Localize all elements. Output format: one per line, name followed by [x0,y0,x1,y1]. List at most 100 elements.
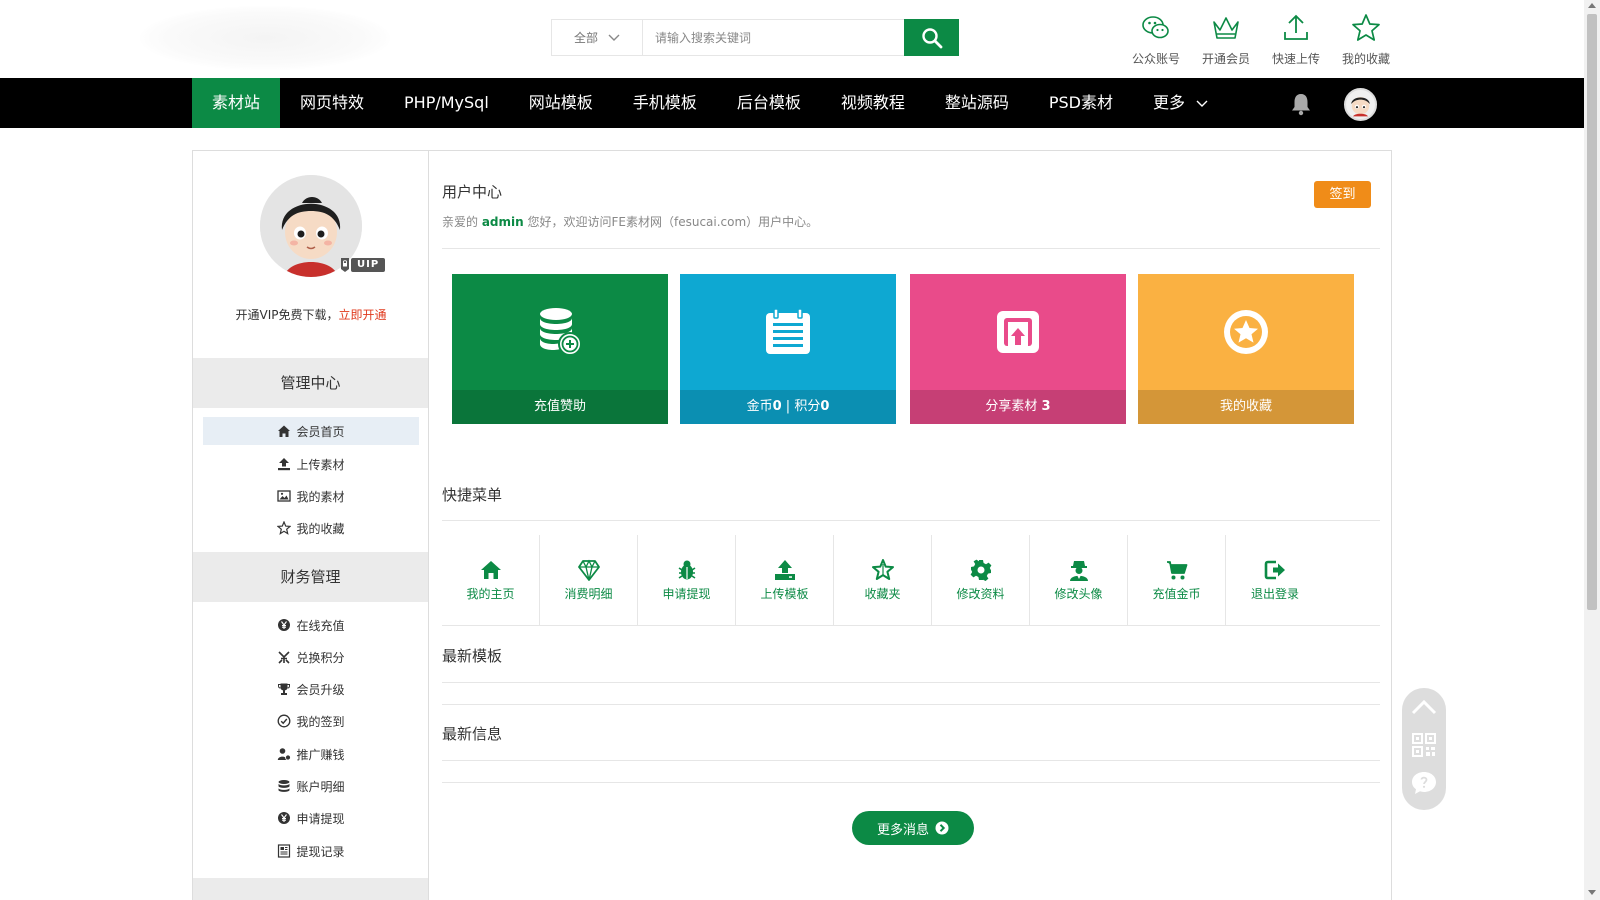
search-input[interactable] [643,20,904,55]
chevron-up-icon [1411,699,1437,715]
welcome-prefix: 亲爱的 [442,215,482,229]
star-circle-icon [1224,310,1268,354]
search-category-select[interactable]: 全部 [552,20,643,55]
scrollbar-thumb[interactable] [1587,14,1597,610]
sidebar-item-recharge[interactable]: 在线充值 [203,611,419,639]
tool-label: 我的收藏 [1341,52,1390,66]
tool-wechat[interactable]: 公众账号 [1121,12,1191,67]
card-icon-area [910,274,1126,390]
section-finance-header: 财务管理 [193,552,428,602]
scroll-down-arrow[interactable] [1588,890,1596,895]
quick-menu-edit-profile[interactable]: 修改资料 [932,535,1030,625]
lock-tag-icon [341,258,349,272]
bug-icon [678,560,695,579]
tool-upload[interactable]: 快速上传 [1261,12,1331,67]
section-next-header [193,878,428,900]
signin-button[interactable]: 签到 [1314,181,1371,208]
header-tools: 公众账号 开通会员 快速上传 我的收藏 [1121,12,1401,67]
quick-menu-label: 退出登录 [1250,586,1299,601]
upload-icon [1284,14,1308,40]
search-icon [921,27,942,48]
sidebar-item-label: 提现记录 [296,844,345,859]
sidebar-item-upload[interactable]: 上传素材 [203,450,419,478]
sidebar-item-member-home[interactable]: 会员首页 [203,417,419,445]
nav-item-source[interactable]: 整站源码 [925,78,1029,128]
vip-badge: UIP [339,255,387,275]
tool-label: 公众账号 [1131,52,1180,66]
scroll-up-arrow[interactable] [1588,3,1596,8]
quick-menu-logout[interactable]: 退出登录 [1226,535,1324,625]
gear-icon [970,559,991,581]
username[interactable]: admin [482,215,524,229]
check-circle-icon [278,714,291,728]
more-messages-button[interactable]: 更多消息 [852,811,974,845]
nav-item-php[interactable]: PHP/MySql [384,78,509,128]
newspaper-icon [278,844,291,858]
user-secret-icon [1069,560,1088,581]
sidebar-item-label: 推广赚钱 [296,747,345,762]
search-bar: 全部 [551,19,959,56]
sidebar: UIP 开通VIP免费下载，立即开通 管理中心 会员首页 上传素材 我的素材 我… [193,151,429,900]
exchange-icon [278,651,291,664]
quick-menu-label: 申请提现 [662,586,711,601]
bell-icon[interactable] [1290,92,1312,116]
sidebar-item-account-detail[interactable]: 账户明细 [203,772,419,800]
sidebar-item-upgrade[interactable]: 会员升级 [203,675,419,703]
tool-favorites[interactable]: 我的收藏 [1331,12,1401,67]
star-icon [277,521,292,535]
quick-menu-home[interactable]: 我的主页 [442,535,540,625]
tool-vip[interactable]: 开通会员 [1191,12,1261,67]
coins-icon [540,308,582,356]
nav-item-psd[interactable]: PSD素材 [1029,78,1133,128]
user-avatar[interactable] [1344,88,1377,121]
quick-menu-edit-avatar[interactable]: 修改头像 [1030,535,1128,625]
trophy-icon [278,683,291,695]
upload-icon [278,458,291,471]
sidebar-item-exchange[interactable]: 兑换积分 [203,643,419,671]
sidebar-item-referral[interactable]: 推广赚钱 [203,740,419,768]
nav-more-label: 更多 [1153,93,1186,112]
card-coins[interactable]: 金币0 | 积分0 [680,274,896,424]
vip-open-link[interactable]: 立即开通 [338,308,386,322]
quick-menu-consumption[interactable]: 消费明细 [540,535,638,625]
nav-item-more[interactable]: 更多 [1133,78,1228,128]
quick-menu-upload-template[interactable]: 上传模板 [736,535,834,625]
yen-coin-icon [278,619,291,631]
yen-coin-icon [278,812,291,824]
points-count: 0 [820,399,830,414]
card-label: 金币0 | 积分0 [680,390,896,424]
sidebar-item-label: 在线充值 [296,618,345,633]
nav-item-mobile[interactable]: 手机模板 [613,78,717,128]
nav-item-templates[interactable]: 网站模板 [509,78,613,128]
nav-item-video[interactable]: 视频教程 [821,78,925,128]
sidebar-item-my-assets[interactable]: 我的素材 [203,482,419,510]
diamond-icon [577,559,600,581]
help-button[interactable] [1411,764,1437,802]
page-scrollbar[interactable] [1584,0,1600,900]
sidebar-item-withdraw[interactable]: 申请提现 [203,804,419,832]
database-icon [278,780,290,792]
nav-item-admin[interactable]: 后台模板 [717,78,821,128]
sidebar-item-favorites[interactable]: 我的收藏 [203,514,419,542]
nav-items: 素材站 网页特效 PHP/MySql 网站模板 手机模板 后台模板 视频教程 整… [192,78,1228,128]
sidebar-item-checkin[interactable]: 我的签到 [203,707,419,735]
back-to-top-button[interactable] [1410,688,1438,726]
nav-item-sucai[interactable]: 素材站 [192,78,281,128]
vip-promo: 开通VIP免费下载，立即开通 [193,306,429,323]
crown-icon [1213,17,1239,39]
card-favorites[interactable]: 我的收藏 [1138,274,1354,424]
card-recharge[interactable]: 充值赞助 [452,274,668,424]
sidebar-item-label: 兑换积分 [296,650,345,665]
quick-menu-label: 我的主页 [466,586,515,601]
nav-item-effects[interactable]: 网页特效 [280,78,384,128]
site-logo[interactable] [140,6,390,70]
quick-menu-buy-coins[interactable]: 充值金币 [1128,535,1226,625]
search-button[interactable] [904,19,959,56]
sidebar-item-withdraw-records[interactable]: 提现记录 [203,837,419,865]
image-icon [277,490,292,502]
quick-menu-favorites[interactable]: 收藏夹 [834,535,932,625]
qrcode-button[interactable] [1412,726,1436,764]
logout-icon [1264,560,1285,579]
card-share[interactable]: 分享素材 3 [910,274,1126,424]
quick-menu-withdraw[interactable]: 申请提现 [638,535,736,625]
